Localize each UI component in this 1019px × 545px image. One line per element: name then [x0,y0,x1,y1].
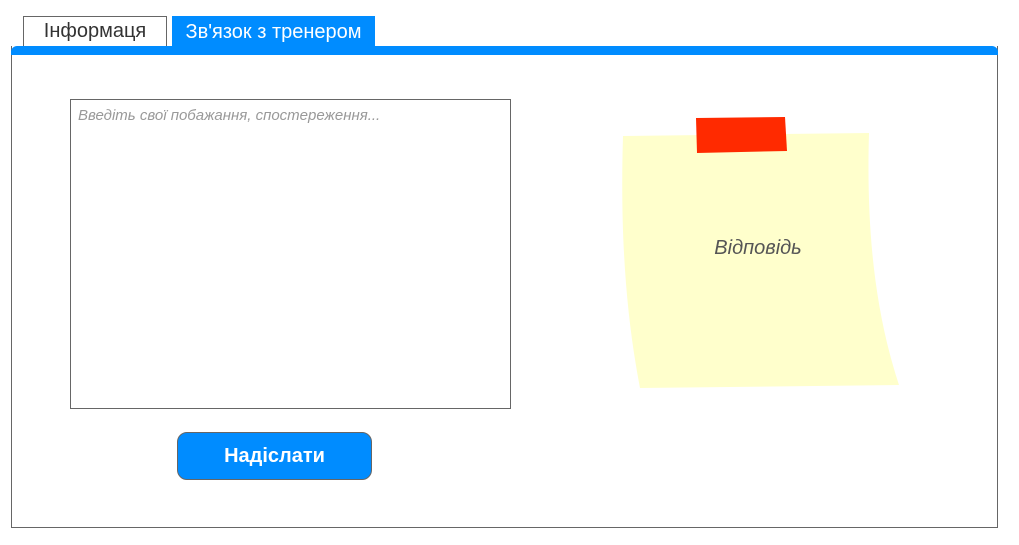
reply-sticky-note: Відповідь [620,115,902,390]
message-field-frame [70,99,511,409]
sticky-note-paper [622,133,899,388]
send-button-label: Надіслати [224,444,325,467]
tab-panel-accent-bar [11,46,998,55]
tab-info[interactable]: Інформаця [23,16,167,46]
tab-info-label: Інформаця [43,20,147,42]
send-button[interactable]: Надіслати [177,432,372,480]
tab-coach-contact[interactable]: Зв'язок з тренером [172,16,375,48]
tab-coach-contact-label: Зв'язок з тренером [185,20,362,43]
reply-note-text: Відповідь [714,237,802,259]
message-textarea[interactable] [71,100,510,408]
sticky-note-tape [696,117,787,153]
